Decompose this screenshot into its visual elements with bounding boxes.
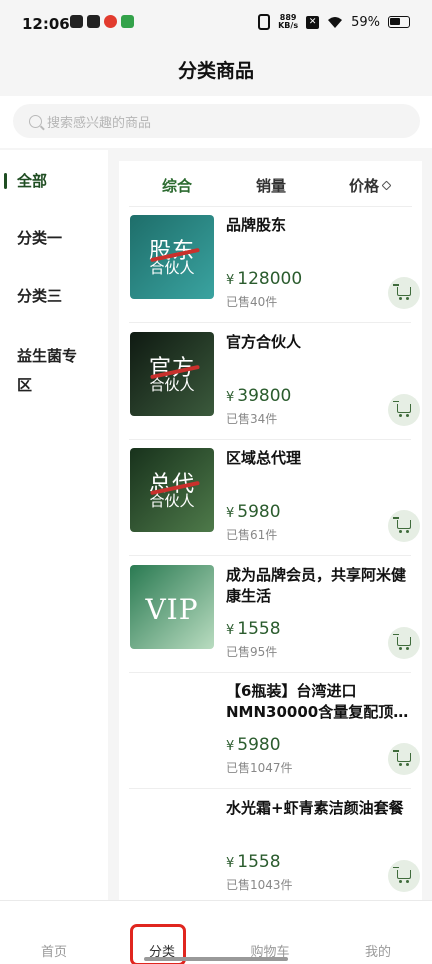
search-bar: 搜索感兴趣的商品: [0, 96, 432, 148]
sidebar-item-category-3[interactable]: 分类三: [0, 285, 62, 306]
status-indicators: 889 KB/s ✕ 59%: [258, 14, 410, 30]
sort-toggle-icon: [381, 180, 392, 191]
product-price: ¥5980: [226, 735, 281, 755]
currency-symbol: ¥: [226, 506, 235, 521]
cart-icon: [393, 284, 411, 300]
product-image-title: VIP: [145, 592, 199, 626]
weibo-icon: [104, 15, 117, 28]
product-image[interactable]: 总代 合伙人: [130, 448, 214, 532]
sidebar-item-label: 分类一: [17, 229, 63, 247]
product-sold-count: 已售95件: [226, 644, 278, 659]
product-name[interactable]: 成为品牌会员，共享阿米健康生活: [226, 565, 411, 607]
product-price: ¥39800: [226, 386, 291, 406]
currency-symbol: ¥: [226, 855, 235, 871]
close-box-icon: ✕: [306, 15, 320, 29]
add-to-cart-button[interactable]: [388, 859, 420, 892]
product-image-subtitle: 合伙人: [149, 375, 195, 394]
sidebar-item-label: 分类三: [17, 287, 63, 305]
price-value: 1558: [237, 851, 281, 872]
product-sold-count: 已售61件: [226, 528, 278, 542]
cart-icon: [393, 633, 411, 650]
price-value: 5980: [237, 735, 281, 755]
currency-symbol: ¥: [226, 273, 235, 288]
price-value: 128000: [237, 269, 303, 289]
sidebar-item-label: 益生菌专区: [17, 347, 78, 394]
product-card[interactable]: VIP 成为品牌会员，共享阿米健康生活 ¥1558 已售95件: [129, 557, 420, 673]
sort-price[interactable]: 价格: [349, 175, 392, 196]
price-value: 5980: [237, 502, 281, 522]
status-time: 12:06: [22, 15, 70, 33]
sort-price-label: 价格: [349, 177, 380, 195]
cart-icon: [393, 517, 411, 533]
product-name[interactable]: 【6瓶装】台湾进口NMN30000含量复配顶…: [226, 681, 411, 723]
product-card[interactable]: 【6瓶装】台湾进口NMN30000含量复配顶… ¥5980 已售1047件: [129, 673, 420, 789]
product-price: ¥1558: [226, 852, 281, 872]
product-card[interactable]: 官方 合伙人 官方合伙人 ¥39800 已售34件: [129, 324, 420, 440]
sort-sales[interactable]: 销量: [256, 175, 286, 196]
battery-icon: [388, 16, 410, 28]
product-sold-count: 已售34件: [226, 411, 278, 426]
product-image[interactable]: VIP: [130, 564, 214, 649]
product-sold-count: 已售40件: [226, 295, 278, 309]
cart-icon: [393, 750, 411, 766]
product-name[interactable]: 品牌股东: [226, 215, 411, 236]
sort-bar: 综合 销量 价格: [129, 161, 412, 207]
add-to-cart-button[interactable]: [388, 510, 420, 542]
status-bar: 12:06 889 KB/s ✕ 59%: [0, 0, 432, 50]
product-price: ¥5980: [226, 502, 281, 522]
add-to-cart-button[interactable]: [388, 277, 420, 309]
price-value: 1558: [237, 618, 281, 639]
status-app-icons: [70, 15, 134, 28]
app-notification-icon: [70, 15, 83, 28]
product-card[interactable]: 水光霜+虾青素洁颜油套餐 ¥1558 已售1043件: [129, 790, 420, 902]
sidebar-item-category-1[interactable]: 分类一: [0, 227, 62, 248]
cart-icon: [393, 400, 411, 417]
product-image[interactable]: 官方 合伙人: [130, 331, 214, 416]
home-indicator[interactable]: [144, 957, 288, 961]
wifi-icon: [328, 16, 343, 28]
sidebar-item-probiotics[interactable]: 益生菌专区: [0, 342, 90, 400]
product-card[interactable]: 股东 合伙人 品牌股东 ¥128000 已售40件: [129, 207, 420, 323]
add-to-cart-button[interactable]: [388, 626, 420, 659]
product-card[interactable]: 总代 合伙人 区域总代理 ¥5980 已售61件: [129, 440, 420, 556]
price-value: 39800: [237, 385, 292, 406]
battery-percent: 59%: [351, 14, 380, 30]
add-to-cart-button[interactable]: [388, 393, 420, 426]
currency-symbol: ¥: [226, 739, 235, 754]
product-name[interactable]: 官方合伙人: [226, 332, 411, 353]
bottom-tab-bar: 首页 分类 购物车 我的: [0, 900, 432, 964]
add-to-cart-button[interactable]: [388, 743, 420, 775]
product-image-subtitle: 合伙人: [149, 259, 195, 277]
search-input[interactable]: 搜索感兴趣的商品: [13, 104, 420, 138]
vibrate-icon: [258, 14, 271, 30]
tiktok-icon: [87, 15, 100, 28]
product-image-subtitle: 合伙人: [149, 492, 195, 510]
product-name[interactable]: 水光霜+虾青素洁颜油套餐: [226, 798, 411, 819]
sort-comprehensive[interactable]: 综合: [162, 175, 192, 196]
product-sold-count: 已售1043件: [226, 877, 293, 892]
product-price: ¥128000: [226, 269, 302, 289]
category-sidebar: 全部 分类一 分类三 益生菌专区: [0, 150, 108, 900]
search-icon: [29, 114, 42, 128]
product-price: ¥1558: [226, 619, 281, 639]
sidebar-item-label: 全部: [17, 172, 48, 190]
app-notification-icon: [121, 15, 134, 28]
search-placeholder: 搜索感兴趣的商品: [47, 115, 152, 131]
product-name[interactable]: 区域总代理: [226, 448, 411, 469]
active-indicator: [4, 173, 7, 189]
tab-profile[interactable]: 我的: [338, 941, 418, 960]
currency-symbol: ¥: [226, 622, 235, 638]
network-speed: 889 KB/s: [278, 14, 298, 30]
network-speed-unit: KB/s: [278, 21, 299, 30]
cart-icon: [393, 866, 411, 883]
tab-home[interactable]: 首页: [14, 941, 94, 960]
sidebar-item-all[interactable]: 全部: [0, 170, 47, 191]
product-panel: 综合 销量 价格 股东 合伙人 品牌股东 ¥128000 已售40件官方 合伙人 官方合伙人…: [119, 161, 422, 901]
currency-symbol: ¥: [226, 389, 235, 405]
product-sold-count: 已售1047件: [226, 761, 293, 775]
page-title: 分类商品: [177, 60, 254, 82]
product-image[interactable]: 股东 合伙人: [130, 215, 214, 299]
